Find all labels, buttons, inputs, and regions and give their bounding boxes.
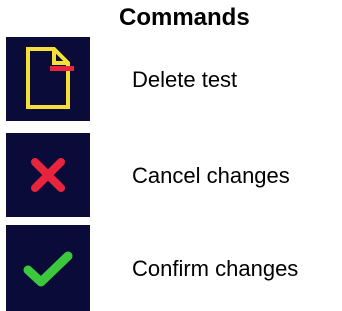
confirm-changes-label: Confirm changes	[132, 256, 299, 281]
document-delete-icon	[26, 47, 74, 109]
cancel-changes-button[interactable]	[6, 133, 90, 217]
delete-test-label: Delete test	[132, 67, 238, 92]
command-row-cancel-changes: Cancel changes	[6, 133, 342, 217]
confirm-check-icon	[23, 251, 73, 287]
cancel-x-icon	[31, 158, 65, 192]
cancel-changes-label: Cancel changes	[132, 163, 290, 188]
commands-title: Commands	[119, 4, 250, 31]
delete-test-button[interactable]	[6, 37, 90, 121]
command-row-confirm-changes: Confirm changes	[6, 225, 342, 311]
command-row-delete-test: Delete test	[6, 37, 342, 121]
confirm-changes-button[interactable]	[6, 225, 90, 311]
